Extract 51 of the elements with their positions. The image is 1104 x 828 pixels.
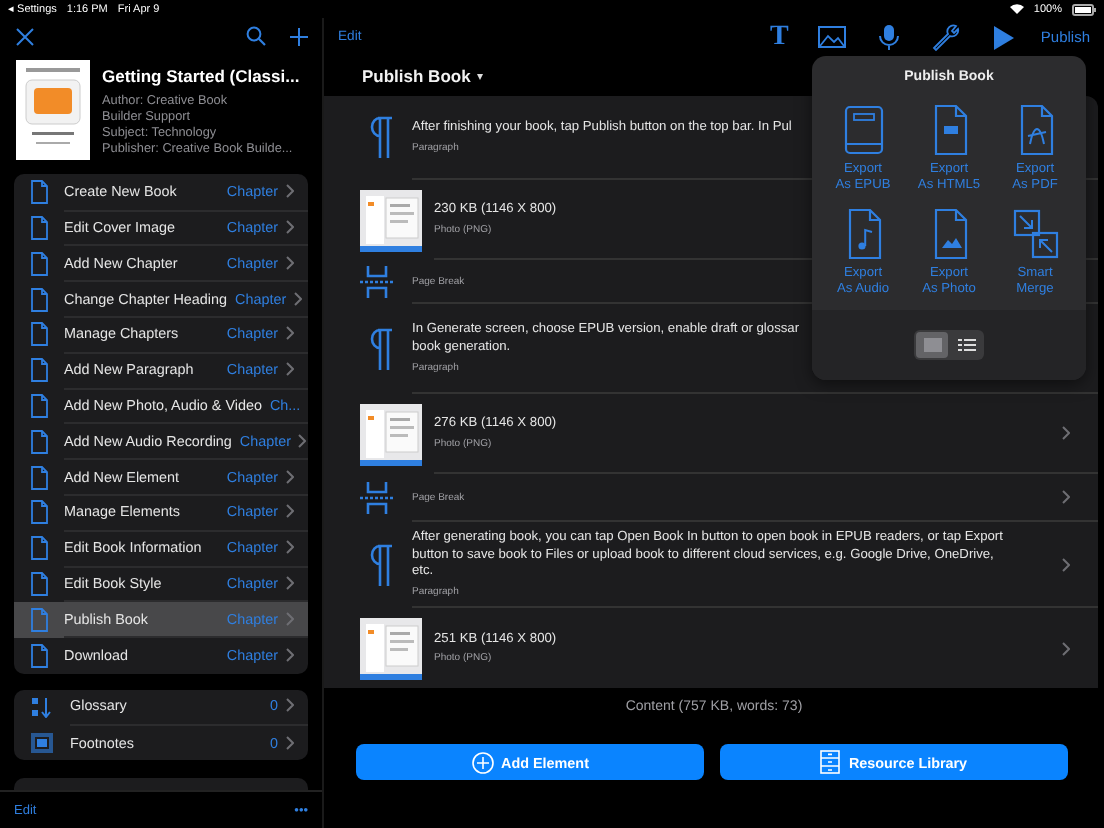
file-icon xyxy=(30,216,48,241)
chevron-icon xyxy=(286,469,294,484)
grid-view-icon xyxy=(923,338,941,352)
library-icon xyxy=(820,750,841,774)
merge-icon[interactable] xyxy=(1011,208,1059,260)
chevron-icon xyxy=(286,698,294,713)
page-break-icon xyxy=(360,264,394,300)
book-title: Getting Started (Classi... xyxy=(102,65,300,86)
chapter-title[interactable]: Publish Book xyxy=(362,66,471,86)
file-icon xyxy=(30,572,48,597)
chevron-icon xyxy=(286,326,294,341)
chevron-icon xyxy=(286,504,294,519)
wrench-icon[interactable] xyxy=(932,23,961,51)
book-icon[interactable] xyxy=(839,104,887,156)
add-icon[interactable] xyxy=(290,27,308,46)
file-icon xyxy=(30,358,48,383)
chevron-icon xyxy=(286,540,294,555)
close-icon[interactable] xyxy=(16,27,34,46)
text-format-button[interactable]: T xyxy=(770,23,789,51)
file-icon xyxy=(30,607,48,632)
list-view-icon xyxy=(957,338,975,352)
chevron-icon xyxy=(286,611,294,626)
sort-icon xyxy=(30,695,54,718)
file-icon xyxy=(30,251,48,276)
file-icon xyxy=(30,429,48,454)
chevron-icon xyxy=(286,648,294,663)
play-icon[interactable] xyxy=(990,23,1015,51)
file-icon xyxy=(30,394,48,419)
chevron-icon xyxy=(286,184,294,199)
file-icon xyxy=(30,643,48,668)
chevron-icon xyxy=(294,291,303,306)
footnote-icon xyxy=(30,731,54,754)
plus-circle-icon xyxy=(471,751,494,773)
file-icon xyxy=(30,536,48,561)
wifi-icon xyxy=(1009,4,1024,14)
battery-icon xyxy=(1072,3,1096,15)
microphone-icon[interactable] xyxy=(876,24,903,50)
chevron-icon xyxy=(286,362,294,377)
search-icon[interactable] xyxy=(246,26,266,47)
file-icon xyxy=(30,287,48,312)
file-icon xyxy=(30,465,48,490)
page-break-icon xyxy=(360,480,394,516)
chevron-icon xyxy=(286,220,294,235)
image-icon[interactable] xyxy=(818,26,847,48)
file-icon xyxy=(30,180,48,205)
chevron-icon xyxy=(298,433,307,448)
chevron-icon xyxy=(286,255,294,270)
chevron-icon xyxy=(286,735,294,750)
file-icon xyxy=(30,322,48,347)
file-icon xyxy=(30,500,48,525)
chevron-icon xyxy=(286,576,294,591)
